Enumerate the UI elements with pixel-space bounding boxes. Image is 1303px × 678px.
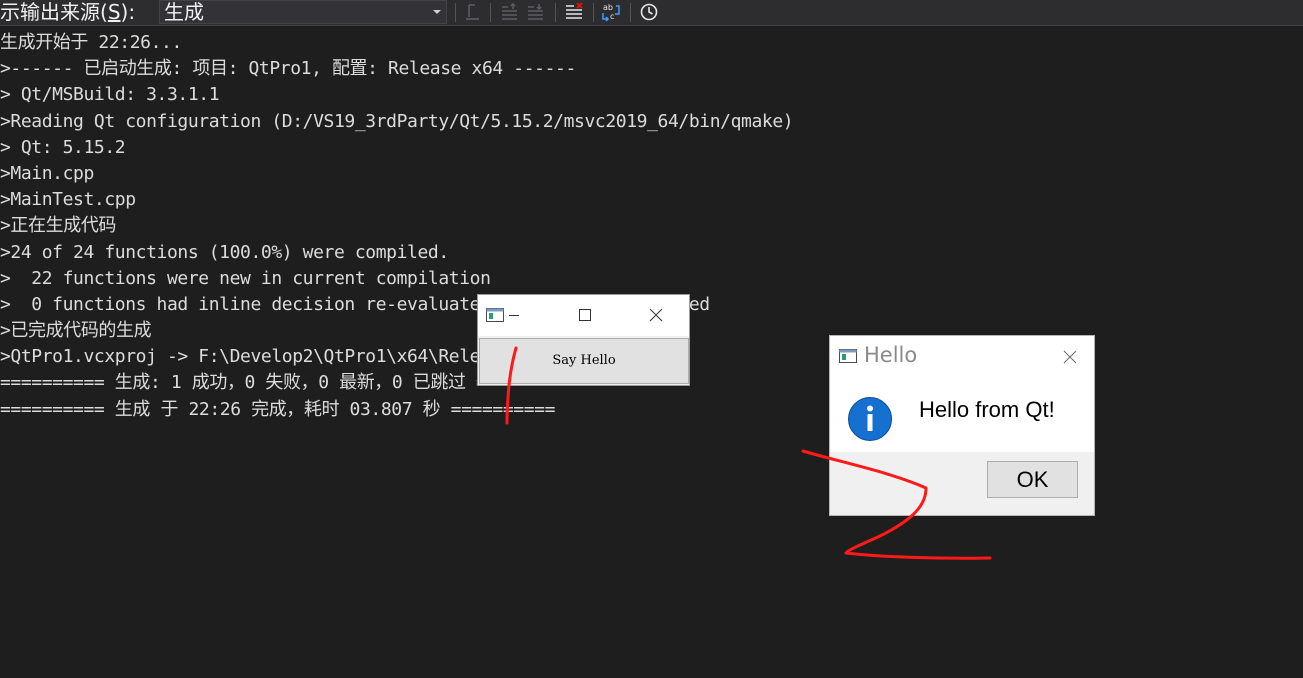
qt-main-window: Say Hello (477, 294, 690, 386)
output-line: >MainTest.cpp (0, 189, 136, 211)
toolbar-separator (593, 3, 594, 22)
minimize-icon (509, 315, 519, 316)
output-line: > 22 functions were new in current compi… (0, 267, 491, 289)
previous-message-icon (502, 2, 517, 20)
output-line: >正在生成代码 (0, 215, 117, 237)
next-message-icon (528, 4, 543, 20)
svg-text:c: c (610, 12, 614, 21)
message-box-close-button[interactable] (1060, 347, 1080, 367)
output-source-dropdown[interactable]: 生成 (159, 0, 447, 24)
clock-icon (640, 3, 658, 21)
hello-message-box: Hello Hello from Qt! OK (829, 335, 1095, 516)
toolbar-separator (455, 3, 456, 22)
information-icon (847, 396, 893, 442)
word-wrap-button[interactable]: ab c (601, 2, 621, 22)
close-button[interactable] (646, 305, 666, 325)
output-line: 生成开始于 22:26... (0, 32, 182, 53)
toolbar-separator (555, 3, 556, 22)
chevron-down-icon (433, 10, 441, 14)
message-box-text: Hello from Qt! (919, 397, 1055, 422)
ok-button[interactable]: OK (987, 461, 1078, 498)
output-toolbar: 示输出来源(S): 生成 ab c (0, 0, 1303, 26)
output-line: > Qt/MSBuild: 3.3.1.1 (0, 84, 220, 106)
toggle-timestamps-button[interactable] (639, 2, 659, 22)
output-source-value: 生成 (164, 0, 204, 24)
close-icon (1063, 350, 1077, 364)
say-hello-button[interactable]: Say Hello (479, 338, 689, 384)
qt-app-icon (486, 308, 504, 322)
output-line: >Main.cpp (0, 162, 94, 184)
output-line: >24 of 24 functions (100.0%) were compil… (0, 241, 449, 263)
maximize-button[interactable] (575, 305, 595, 325)
qt-window-titlebar[interactable] (478, 295, 689, 336)
output-line: ========== 生成 于 22:26 完成，耗时 03.807 秒 ===… (0, 398, 556, 420)
message-box-title: Hello (864, 343, 918, 367)
close-icon (649, 308, 663, 322)
clear-all-button[interactable] (564, 2, 584, 22)
toolbar-separator (630, 3, 631, 22)
show-output-from-label: 示输出来源(S): (0, 0, 136, 24)
output-line: >------ 已启动生成: 项目: QtPro1, 配置: Release x… (0, 58, 576, 80)
next-message-button[interactable] (526, 2, 546, 22)
find-message-icon (466, 4, 479, 20)
qt-app-icon (839, 349, 857, 363)
previous-message-button[interactable] (500, 2, 520, 22)
minimize-button[interactable] (504, 305, 524, 325)
svg-text:ab: ab (603, 3, 613, 12)
message-box-footer: OK (830, 452, 1094, 515)
output-line: >Reading Qt configuration (D:/VS19_3rdPa… (0, 110, 794, 132)
word-wrap-icon: ab c (602, 3, 620, 22)
toolbar-separator (490, 3, 491, 22)
output-line: > Qt: 5.15.2 (0, 136, 126, 158)
find-message-button[interactable] (463, 2, 483, 22)
clear-all-icon (566, 2, 583, 19)
maximize-icon (579, 309, 591, 321)
